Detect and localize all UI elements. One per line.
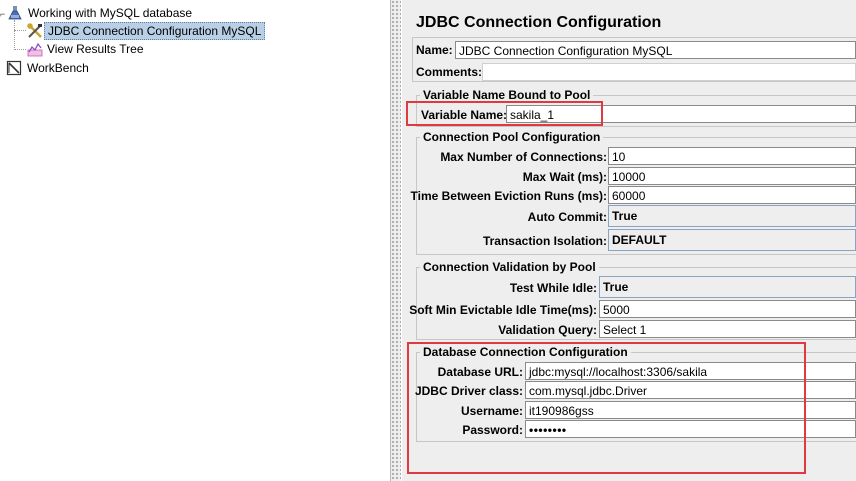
group-title: Connection Pool Configuration	[420, 130, 604, 144]
auto-commit-label: Auto Commit:	[527, 210, 607, 224]
test-while-idle-label: Test While Idle:	[509, 281, 597, 295]
group-title: Variable Name Bound to Pool	[420, 88, 594, 102]
wrench-screwdriver-icon	[27, 23, 42, 38]
max-wait-label: Max Wait (ms):	[522, 170, 607, 184]
tree-item-label: View Results Tree	[47, 42, 144, 56]
tree-item-label: Working with MySQL database	[28, 6, 193, 20]
name-input[interactable]: JDBC Connection Configuration MySQL	[455, 41, 856, 59]
highlight-box	[407, 342, 806, 474]
max-wait-input[interactable]: 10000	[608, 167, 856, 185]
tree-item-label: JDBC Connection Configuration MySQL	[44, 22, 266, 40]
test-while-idle-select[interactable]: True	[599, 276, 856, 298]
tree-connector	[14, 49, 26, 50]
panel-splitter[interactable]	[391, 0, 401, 481]
page-title: JDBC Connection Configuration	[416, 14, 662, 31]
validation-query-label: Validation Query:	[498, 323, 597, 337]
comments-input[interactable]	[482, 63, 856, 81]
flask-icon	[8, 6, 22, 20]
name-label: Name:	[416, 43, 453, 57]
tree-connector	[14, 20, 15, 50]
soft-min-idle-label: Soft Min Evictable Idle Time(ms):	[409, 303, 597, 317]
chart-icon	[27, 42, 43, 57]
eviction-runs-input[interactable]: 60000	[608, 186, 856, 204]
comments-label: Comments:	[416, 65, 483, 79]
tree-connector	[14, 30, 26, 31]
workbench-icon	[6, 60, 22, 76]
eviction-runs-label: Time Between Eviction Runs (ms):	[410, 189, 607, 203]
highlight-box	[406, 101, 603, 126]
tree-item-label: WorkBench	[27, 61, 89, 75]
auto-commit-select[interactable]: True	[608, 205, 856, 227]
max-connections-input[interactable]: 10	[608, 147, 856, 165]
test-plan-tree[interactable]: ⌐ Working with MySQL database JDBC Conne…	[0, 0, 391, 481]
group-title: Connection Validation by Pool	[420, 260, 599, 274]
validation-query-input[interactable]: Select 1	[599, 320, 856, 338]
soft-min-idle-input[interactable]: 5000	[599, 300, 856, 318]
expand-toggle-icon[interactable]: ⌐	[0, 5, 5, 23]
transaction-isolation-select[interactable]: DEFAULT	[608, 229, 856, 251]
max-connections-label: Max Number of Connections:	[440, 150, 607, 164]
transaction-isolation-label: Transaction Isolation:	[482, 234, 607, 248]
jdbc-config-panel: JDBC Connection Configuration Name: JDBC…	[402, 0, 856, 481]
